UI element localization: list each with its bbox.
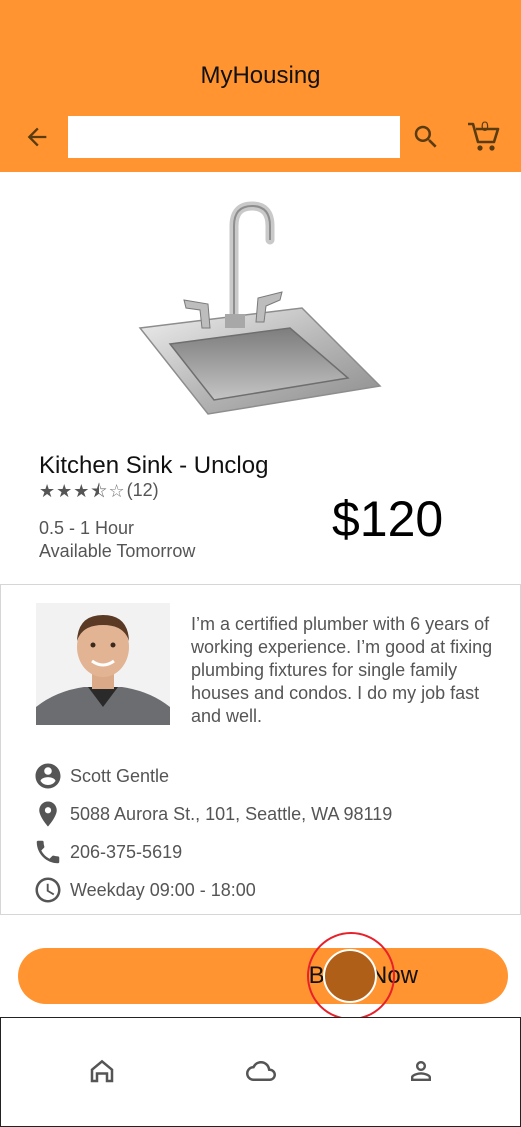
home-icon: [90, 1059, 114, 1083]
provider-phone[interactable]: 206-375-5619: [70, 842, 182, 863]
product-image: [130, 196, 390, 428]
provider-card: I’m a certified plumber with 6 years of …: [0, 584, 521, 915]
back-button[interactable]: [20, 120, 54, 154]
availability: Available Tomorrow: [39, 541, 196, 561]
nav-profile[interactable]: [404, 1054, 438, 1088]
provider-address-row: 5088 Aurora St., 101, Seattle, WA 98119: [33, 799, 392, 829]
cloud-icon: [246, 1061, 276, 1081]
app-header: MyHousing 0: [0, 0, 521, 172]
star-filled-icon: ★: [39, 480, 56, 501]
phone-icon: [33, 837, 63, 867]
person-icon: [411, 1061, 431, 1081]
cart-button[interactable]: 0: [464, 116, 504, 156]
clock-icon: [33, 875, 63, 905]
review-count: (12): [126, 480, 159, 500]
account-icon: [33, 761, 63, 791]
cart-count-badge: 0: [481, 118, 489, 134]
price: $120: [332, 491, 444, 547]
nav-cloud[interactable]: [244, 1054, 278, 1088]
rating: ★ ★ ★ ⯪ ☆ (12): [39, 480, 159, 501]
star-half-icon: ⯪: [90, 480, 108, 501]
provider-hours-row: Weekday 09:00 - 18:00: [33, 875, 256, 905]
provider-avatar: [36, 603, 170, 725]
touch-indicator-dot: [323, 949, 377, 1003]
app-title: MyHousing: [200, 62, 321, 89]
provider-name: Scott Gentle: [70, 765, 170, 786]
product-title: Kitchen Sink - Unclog: [39, 452, 269, 479]
bottom-navigation: [0, 1017, 521, 1127]
arrow-left-icon: [27, 127, 47, 147]
search-button[interactable]: [408, 118, 444, 156]
search-icon: [414, 125, 437, 148]
star-filled-icon: ★: [73, 480, 90, 501]
kitchen-sink-image: [138, 201, 382, 415]
provider-photo: [36, 603, 170, 725]
location-pin-icon: [33, 799, 63, 829]
service-duration: 0.5 - 1 Hour: [39, 518, 135, 538]
rating-stars: ★ ★ ★ ⯪ ☆: [39, 481, 125, 501]
star-filled-icon: ★: [56, 480, 73, 501]
provider-bio: I’m a certified plumber with 6 years of …: [191, 614, 493, 726]
provider-name-row: Scott Gentle: [33, 761, 169, 791]
book-now-button[interactable]: Book Now: [18, 948, 508, 1004]
star-empty-icon: ☆: [108, 480, 125, 501]
provider-hours: Weekday 09:00 - 18:00: [70, 879, 256, 900]
search-input[interactable]: [68, 116, 400, 158]
provider-phone-row: 206-375-5619: [33, 837, 182, 867]
nav-home[interactable]: [85, 1054, 119, 1088]
provider-address[interactable]: 5088 Aurora St., 101, Seattle, WA 98119: [70, 804, 392, 825]
